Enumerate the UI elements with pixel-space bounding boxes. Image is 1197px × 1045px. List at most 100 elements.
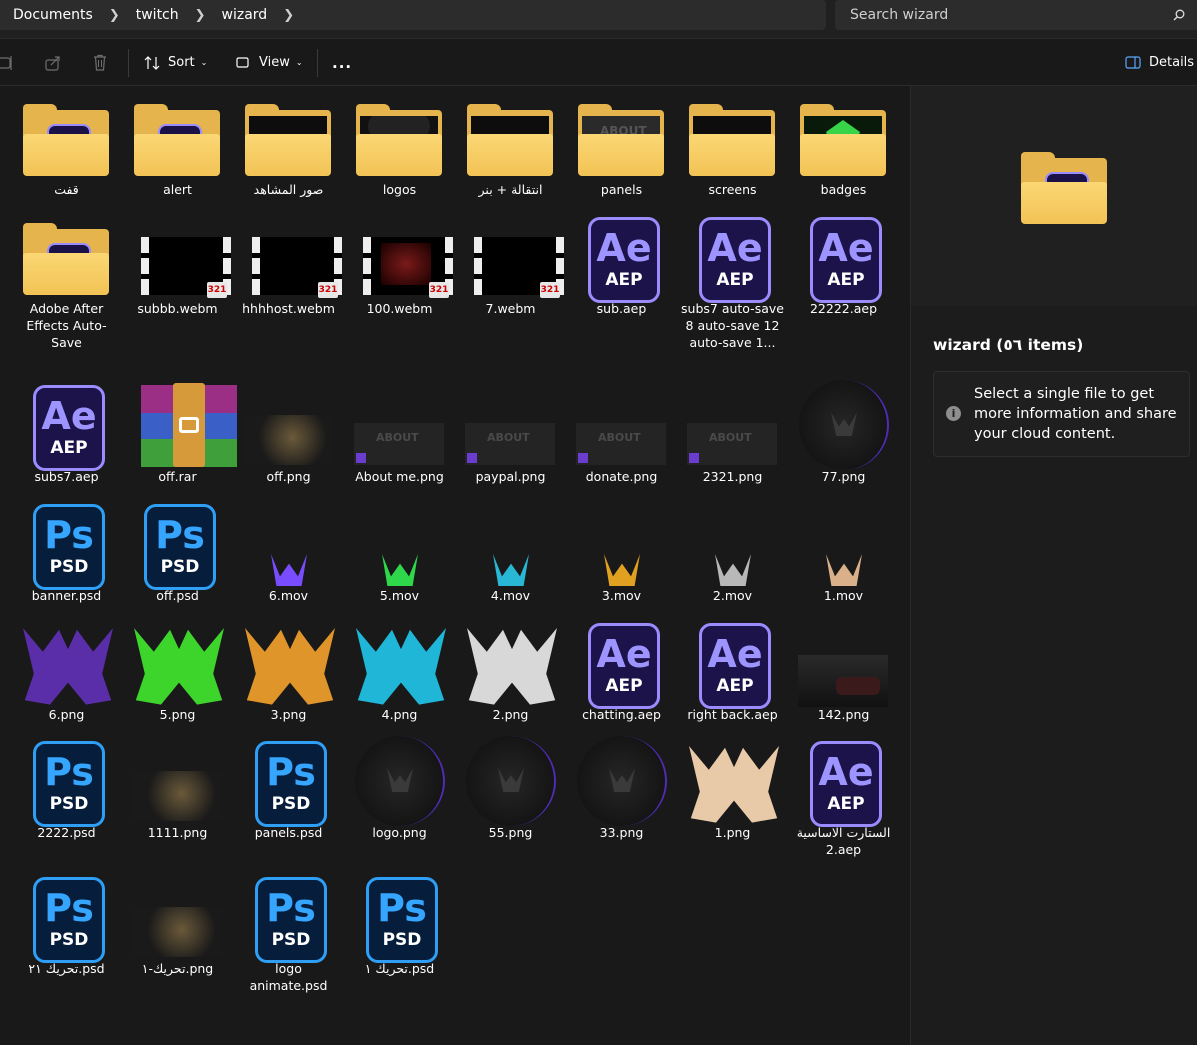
file-item[interactable]: screens xyxy=(677,90,788,198)
file-item[interactable]: 321 subbb.webm xyxy=(122,209,233,317)
item-thumbnail: Ae xyxy=(11,209,122,304)
file-item[interactable]: 4.mov xyxy=(455,496,566,604)
file-item[interactable]: 4.png xyxy=(344,615,455,723)
details-pane-icon xyxy=(1125,56,1141,69)
item-thumbnail: Ae AEP xyxy=(788,209,899,304)
file-item[interactable]: صور المشاهد xyxy=(233,90,344,198)
file-item[interactable]: logo.png xyxy=(344,733,455,841)
file-item[interactable]: 142.png xyxy=(788,615,899,723)
file-item[interactable]: ABOUT paypal.png xyxy=(455,377,566,485)
file-item[interactable]: ABOUT About me.png xyxy=(344,377,455,485)
file-item[interactable]: 321 100.webm xyxy=(344,209,455,317)
item-thumbnail xyxy=(788,615,899,710)
item-thumbnail: 321 xyxy=(344,209,455,304)
file-item[interactable]: Aealert xyxy=(122,90,233,198)
chevron-right-icon[interactable]: ❯ xyxy=(283,8,294,23)
share-icon[interactable] xyxy=(44,39,66,86)
file-item[interactable]: 3.png xyxy=(233,615,344,723)
file-item[interactable]: 5.mov xyxy=(344,496,455,604)
image-thumbnail: ABOUT xyxy=(687,423,777,465)
file-item[interactable]: Ps PSD logo animate.psd xyxy=(233,869,344,994)
file-item[interactable]: Ae AEP subs7 auto-save 8 auto-save 12 auto… xyxy=(677,209,788,351)
file-item[interactable]: 6.mov xyxy=(233,496,344,604)
file-item[interactable]: 3.mov xyxy=(566,496,677,604)
delete-icon[interactable] xyxy=(92,39,112,86)
file-item[interactable]: Ps PSD تحريك ٢١.psd xyxy=(11,869,122,977)
after-effects-file-icon: Ae AEP xyxy=(810,741,882,827)
file-item[interactable]: 6.png xyxy=(11,615,122,723)
breadcrumb-wizard[interactable]: wizard xyxy=(222,7,268,23)
folder-icon: Ae xyxy=(23,104,109,178)
file-item[interactable]: 1.mov xyxy=(788,496,899,604)
sort-button[interactable]: Sort ⌄ xyxy=(144,39,207,86)
item-thumbnail: Ae xyxy=(11,90,122,185)
file-item[interactable]: Ae AEP 22222.aep xyxy=(788,209,899,317)
item-thumbnail xyxy=(677,90,788,185)
file-item[interactable]: Ps PSD panels.psd xyxy=(233,733,344,841)
folder-icon xyxy=(467,104,553,178)
file-item[interactable]: Ps PSD off.psd xyxy=(122,496,233,604)
file-item[interactable]: 77.png xyxy=(788,377,899,485)
file-item[interactable]: 5.png xyxy=(122,615,233,723)
file-item[interactable]: 55.png xyxy=(455,733,566,841)
after-effects-file-icon: Ae AEP xyxy=(588,623,660,709)
file-item[interactable]: badges xyxy=(788,90,899,198)
file-item[interactable]: logos xyxy=(344,90,455,198)
file-item[interactable]: ABOUT donate.png xyxy=(566,377,677,485)
search-input[interactable]: Search wizard xyxy=(835,0,1197,30)
image-thumbnail xyxy=(243,415,333,465)
file-item[interactable]: 1111.png xyxy=(122,733,233,841)
file-item[interactable]: Ae AEP subs7.aep xyxy=(11,377,122,485)
item-label: subs7 auto-save 8 auto-save 12 auto-save… xyxy=(681,301,784,350)
image-thumbnail xyxy=(798,655,888,707)
file-item[interactable]: انتقالة + بنر xyxy=(455,90,566,198)
item-thumbnail: Ps PSD xyxy=(233,733,344,828)
chevron-right-icon[interactable]: ❯ xyxy=(195,8,206,23)
search-icon[interactable] xyxy=(1173,9,1185,21)
breadcrumb-twitch[interactable]: twitch xyxy=(136,7,179,23)
file-item[interactable]: Ae AEP right back.aep xyxy=(677,615,788,723)
media-player-badge-icon: 321 xyxy=(207,282,227,298)
more-options-button[interactable]: ... xyxy=(332,39,352,86)
file-item[interactable]: ABOUT panels xyxy=(566,90,677,198)
toolbar-divider xyxy=(317,49,318,77)
file-item[interactable]: تحريك-١.png xyxy=(122,869,233,977)
file-item[interactable]: ABOUT 2321.png xyxy=(677,377,788,485)
view-button[interactable]: View ⌄ xyxy=(236,39,303,86)
breadcrumb-documents[interactable]: Documents xyxy=(13,7,93,23)
file-item[interactable]: Ps PSD تحريك ١.psd xyxy=(344,869,455,977)
file-item[interactable]: Aeقفت xyxy=(11,90,122,198)
item-thumbnail xyxy=(122,733,233,828)
item-thumbnail: Ps PSD xyxy=(344,869,455,964)
item-thumbnail xyxy=(344,90,455,185)
file-item[interactable]: 33.png xyxy=(566,733,677,841)
file-item[interactable]: off.png xyxy=(233,377,344,485)
folder-icon xyxy=(800,104,886,178)
file-item[interactable]: Ae AEP chatting.aep xyxy=(566,615,677,723)
item-thumbnail: Ae AEP xyxy=(677,209,788,304)
file-item[interactable]: Ae AEP الستارت الاساسية 2.aep xyxy=(788,733,899,858)
photoshop-file-icon: Ps PSD xyxy=(255,741,327,827)
item-thumbnail xyxy=(788,90,899,185)
after-effects-file-icon: Ae AEP xyxy=(588,217,660,303)
file-item[interactable]: Ae AEP sub.aep xyxy=(566,209,677,317)
image-thumbnail xyxy=(245,628,335,705)
file-item[interactable]: Ps PSD 2222.psd xyxy=(11,733,122,841)
item-thumbnail xyxy=(677,733,788,828)
file-item[interactable]: 321 hhhhost.webm xyxy=(233,209,344,317)
rename-icon[interactable] xyxy=(0,39,16,86)
file-item[interactable]: AeAdobe After Effects Auto-Save xyxy=(11,209,122,351)
file-item[interactable]: Ps PSD banner.psd xyxy=(11,496,122,604)
file-item[interactable]: 2.mov xyxy=(677,496,788,604)
chevron-right-icon[interactable]: ❯ xyxy=(109,8,120,23)
breadcrumb[interactable]: Documents ❯ twitch ❯ wizard ❯ xyxy=(0,0,826,30)
file-item[interactable]: 1.png xyxy=(677,733,788,841)
details-button[interactable]: Details xyxy=(1125,39,1194,86)
item-thumbnail xyxy=(788,377,899,472)
file-item[interactable]: off.rar xyxy=(122,377,237,485)
media-player-badge-icon: 321 xyxy=(429,282,449,298)
file-item[interactable]: 321 7.webm xyxy=(455,209,566,317)
toolbar-divider xyxy=(128,49,129,77)
file-item[interactable]: 2.png xyxy=(455,615,566,723)
item-label: Adobe After Effects Auto-Save xyxy=(26,301,107,350)
